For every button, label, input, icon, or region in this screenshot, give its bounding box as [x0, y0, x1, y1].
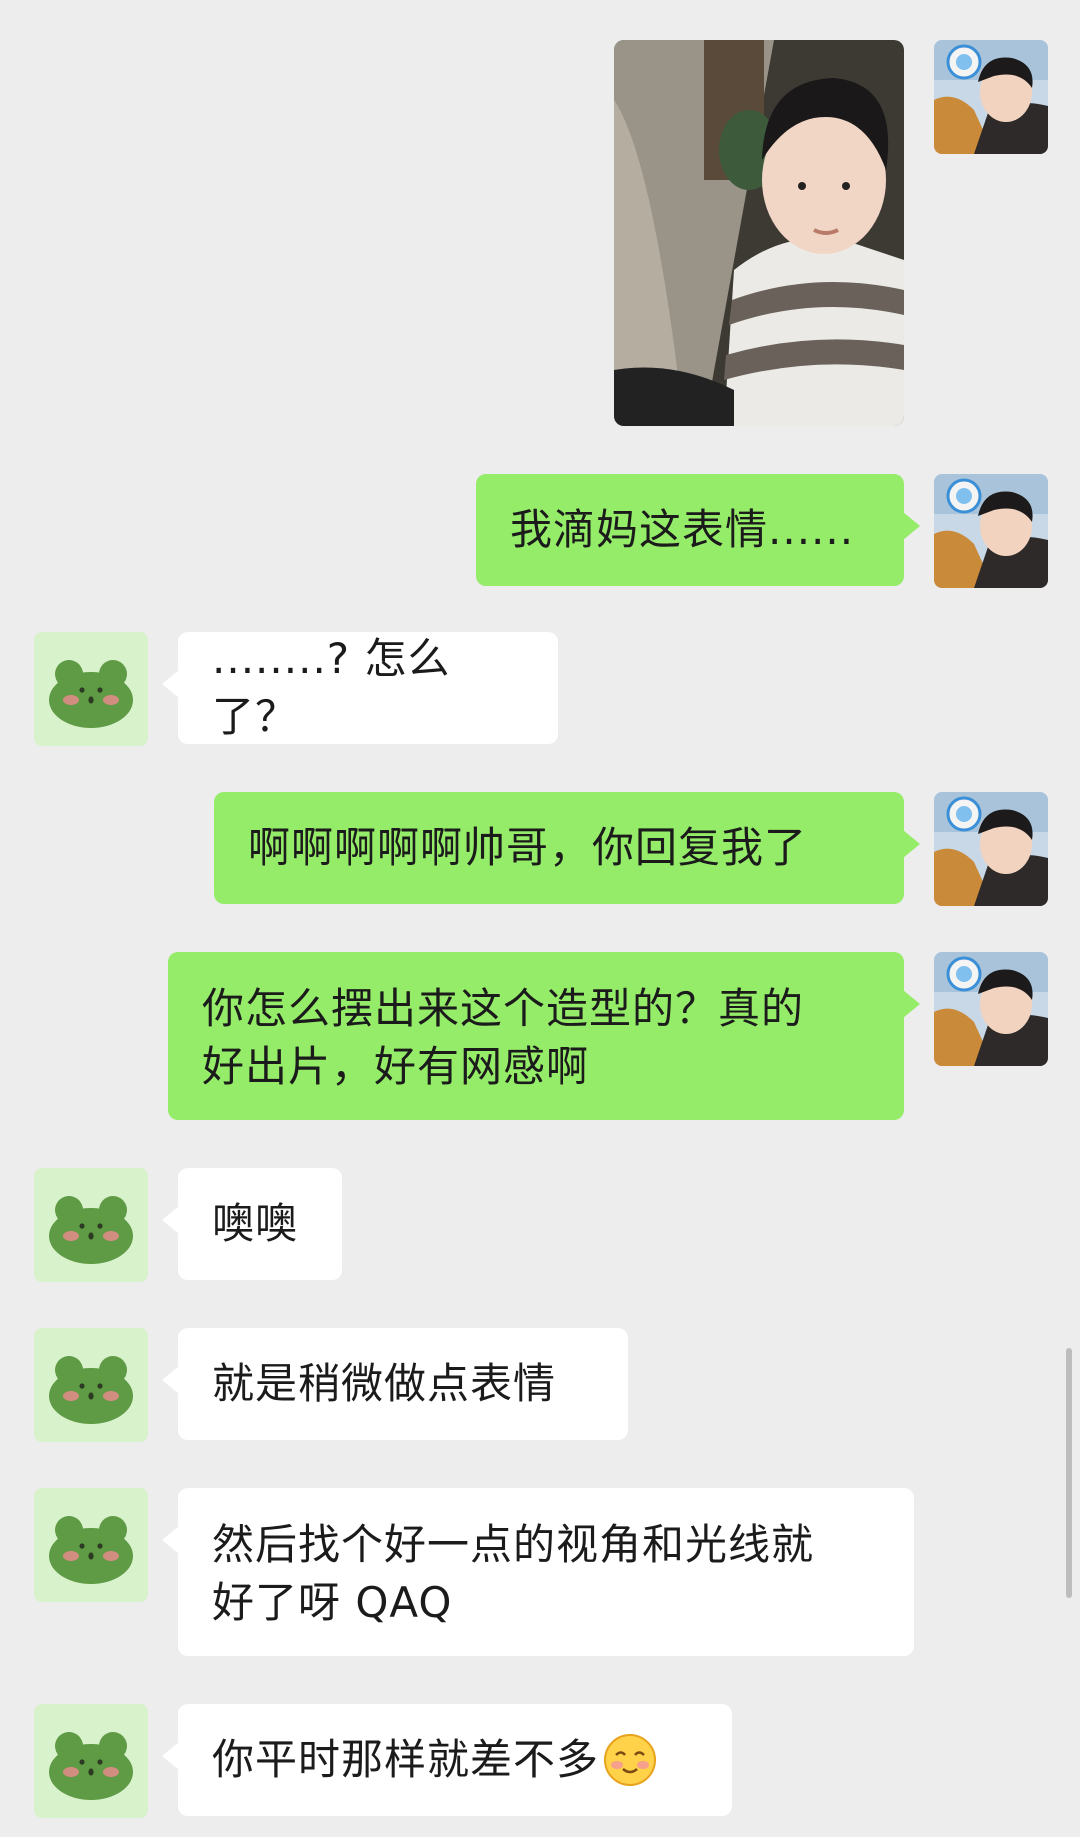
sent-message-bubble[interactable]: 啊啊啊啊啊帅哥，你回复我了	[214, 792, 920, 904]
received-message-bubble[interactable]: 噢噢	[162, 1168, 342, 1280]
self-avatar[interactable]	[934, 40, 1048, 154]
sent-message-bubble[interactable]: 你怎么摆出来这个造型的？真的 好出片，好有网感啊	[168, 952, 920, 1120]
message-image-selfie[interactable]	[614, 40, 904, 426]
self-avatar[interactable]	[934, 952, 1048, 1066]
contact-avatar[interactable]	[34, 1328, 148, 1442]
message-text: 噢噢	[212, 1199, 299, 1248]
received-message-bubble[interactable]: ........? 怎么了？	[162, 632, 558, 744]
user-photo-avatar-icon	[934, 40, 1048, 154]
green-frog-avatar-icon	[34, 1704, 148, 1818]
green-frog-avatar-icon	[34, 632, 148, 746]
self-avatar[interactable]	[934, 792, 1048, 906]
message-text: 就是稍微做点表情	[212, 1359, 557, 1408]
received-message-bubble[interactable]: 你平时那样就差不多	[162, 1704, 732, 1816]
green-frog-avatar-icon	[34, 1168, 148, 1282]
user-photo-avatar-icon	[934, 474, 1048, 588]
message-text: 你平时那样就差不多	[212, 1735, 600, 1784]
user-photo-avatar-icon	[934, 792, 1048, 906]
contact-avatar[interactable]	[34, 1168, 148, 1282]
message-text: 我滴妈这表情......	[510, 505, 855, 554]
self-avatar[interactable]	[934, 474, 1048, 588]
selfie-photo	[614, 40, 904, 426]
contact-avatar[interactable]	[34, 1704, 148, 1818]
scrollbar-thumb[interactable]	[1066, 1348, 1072, 1598]
green-frog-avatar-icon	[34, 1488, 148, 1602]
sent-message-bubble[interactable]: 我滴妈这表情......	[476, 474, 920, 586]
contact-avatar[interactable]	[34, 1488, 148, 1602]
green-frog-avatar-icon	[34, 1328, 148, 1442]
message-text: 啊啊啊啊啊帅哥，你回复我了	[248, 823, 808, 872]
message-text-line-1: 你怎么摆出来这个造型的？真的	[202, 984, 805, 1033]
shy-smile-emoji-icon	[604, 1734, 657, 1786]
message-text-line-1: 然后找个好一点的视角和光线就	[212, 1520, 815, 1569]
contact-avatar[interactable]	[34, 632, 148, 746]
received-message-bubble[interactable]: 然后找个好一点的视角和光线就 好了呀 QAQ	[162, 1488, 914, 1656]
message-text-line-2: 好了呀 QAQ	[212, 1578, 453, 1627]
received-message-bubble[interactable]: 就是稍微做点表情	[162, 1328, 628, 1440]
message-text: ........? 怎么了？	[212, 634, 451, 741]
message-text-line-2: 好出片，好有网感啊	[202, 1042, 590, 1091]
user-photo-avatar-icon	[934, 952, 1048, 1066]
